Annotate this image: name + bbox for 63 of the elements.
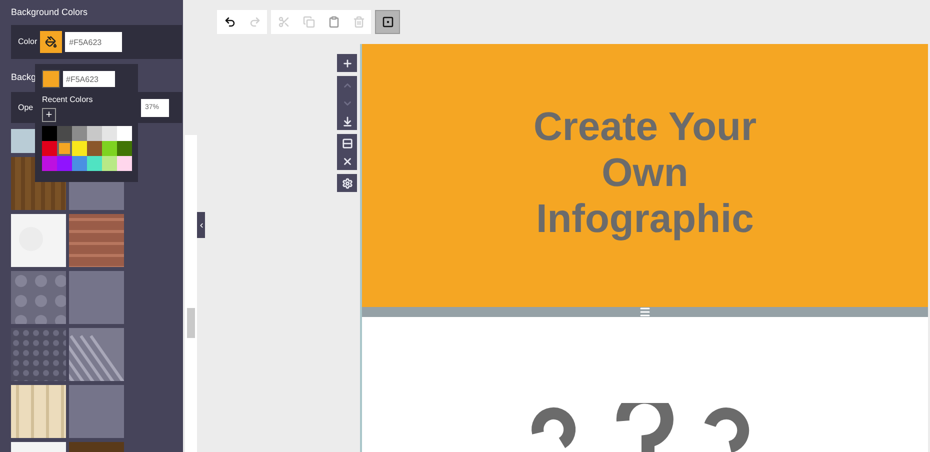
chevron-left-icon <box>198 222 204 228</box>
texture-swatch[interactable] <box>11 271 66 324</box>
color-swatch[interactable] <box>72 126 87 141</box>
color-swatch[interactable] <box>102 156 117 171</box>
color-picker-button[interactable] <box>40 31 62 54</box>
color-swatch[interactable] <box>42 141 57 156</box>
clipboard-icon <box>328 16 340 28</box>
rows-icon <box>342 138 352 148</box>
texture-swatch[interactable] <box>69 271 124 324</box>
add-color-button[interactable]: + <box>42 108 56 122</box>
hex-field[interactable]: #F5A623 <box>63 71 115 87</box>
recent-colors-label: Recent Colors <box>42 95 94 105</box>
settings-button[interactable] <box>337 174 357 192</box>
hex-field[interactable]: #F5A623 <box>65 32 122 52</box>
texture-swatch[interactable] <box>69 385 124 438</box>
color-swatch[interactable] <box>102 126 117 141</box>
color-swatch[interactable] <box>117 156 132 171</box>
color-swatch[interactable] <box>42 126 57 141</box>
arrow-to-line-icon <box>342 116 352 126</box>
color-swatch[interactable] <box>117 126 132 141</box>
collapse-handle[interactable] <box>197 212 205 238</box>
color-swatch[interactable] <box>87 126 102 141</box>
paint-bucket-icon <box>45 36 58 48</box>
infographic-title-line: Infographic <box>536 196 754 242</box>
color-swatch[interactable] <box>42 156 57 171</box>
color-preview <box>42 70 60 88</box>
color-swatch[interactable] <box>102 141 117 156</box>
infographic-title-line: Create Your <box>533 104 757 150</box>
section-title: Background Colors <box>11 6 89 19</box>
redo-icon <box>248 16 260 28</box>
texture-swatch[interactable] <box>69 214 124 268</box>
scrollbar[interactable] <box>185 135 197 452</box>
opacity-label: Ope <box>18 102 34 114</box>
remove-block-button[interactable] <box>337 152 357 170</box>
color-swatch[interactable] <box>87 141 102 156</box>
copy-icon <box>302 16 314 28</box>
select-button[interactable] <box>375 10 400 34</box>
plus-icon <box>342 58 352 68</box>
undo-button[interactable] <box>217 10 242 34</box>
block-divider-bar[interactable] <box>362 307 928 317</box>
settings-icon <box>342 178 352 188</box>
texture-swatch[interactable] <box>11 328 66 382</box>
section-title: Backg <box>11 71 33 84</box>
drag-handle-icon <box>639 306 651 318</box>
add-block-button[interactable] <box>337 54 357 72</box>
texture-swatch[interactable] <box>11 385 66 438</box>
rows-button[interactable] <box>337 134 357 152</box>
color-swatch[interactable] <box>72 141 87 156</box>
color-swatch[interactable] <box>57 141 72 156</box>
close-icon <box>342 156 352 166</box>
color-swatch[interactable] <box>117 141 132 156</box>
color-label: Color <box>18 36 38 48</box>
color-swatch[interactable] <box>87 156 102 171</box>
color-swatch[interactable] <box>57 126 72 141</box>
color-swatch[interactable] <box>57 156 72 171</box>
texture-swatch[interactable] <box>11 214 66 268</box>
texture-swatch[interactable] <box>69 328 124 382</box>
trash-icon <box>352 16 364 28</box>
move-bottom-button[interactable] <box>337 112 357 130</box>
undo-icon <box>224 16 236 28</box>
scissors-icon <box>278 16 290 28</box>
infographic-title-line: Own <box>602 150 688 196</box>
color-swatch[interactable] <box>72 156 87 171</box>
